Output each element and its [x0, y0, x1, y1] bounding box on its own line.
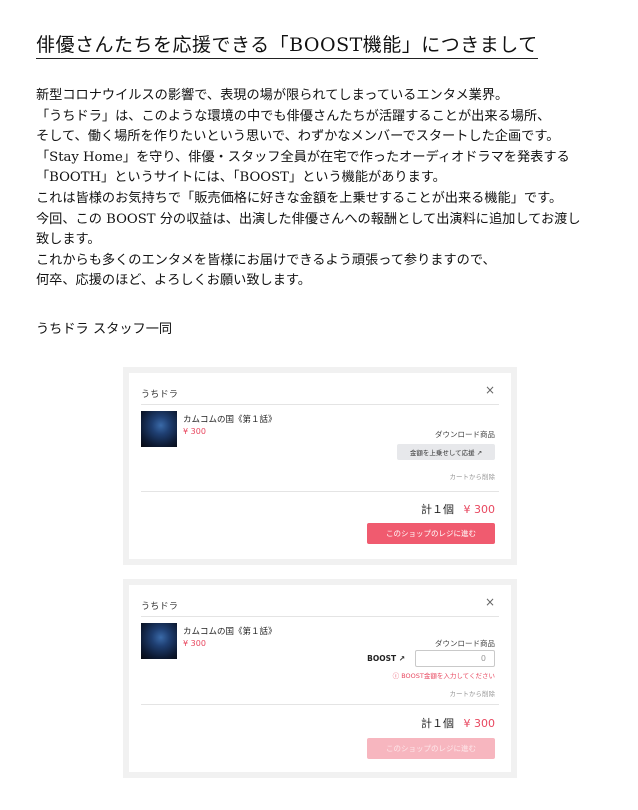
shop-name[interactable]: うちドラ	[141, 387, 178, 400]
page-title: 俳優さんたちを応援できる「BOOST機能」につきまして	[36, 30, 538, 59]
paragraph-line: 「Stay Home」を守り、俳優・スタッフ全員が在宅で作ったオーディオドラマを…	[36, 149, 570, 165]
boost-label: BOOST ↗	[367, 654, 405, 663]
divider	[141, 704, 499, 705]
total-count: 計１個	[421, 503, 454, 516]
item-price: ¥ 300	[183, 639, 206, 648]
item-title[interactable]: カムコムの国《第１話》	[183, 625, 277, 637]
cart-total: 計１個 ¥ 300	[421, 715, 495, 731]
close-icon[interactable]: ×	[485, 384, 495, 396]
item-price: ¥ 300	[183, 427, 206, 436]
total-count: 計１個	[421, 717, 454, 730]
paragraph-line: 致します。	[36, 232, 101, 248]
item-type: ダウンロード商品	[435, 639, 495, 648]
item-title[interactable]: カムコムの国《第１話》	[183, 413, 277, 425]
divider	[141, 491, 499, 492]
cart-panel: うちドラ × カムコムの国《第１話》 ¥ 300 ダウンロード商品 金額を上乗せ…	[129, 373, 511, 559]
paragraph-line: 「BOOTH」というサイトには、「BOOST」という機能があります。	[36, 170, 446, 186]
remove-from-cart-link[interactable]: カートから削除	[450, 471, 496, 481]
total-price: ¥ 300	[463, 717, 496, 730]
shop-name[interactable]: うちドラ	[141, 599, 178, 612]
boost-error-message: ⓘ BOOST金額を入力してください	[392, 672, 495, 680]
signature: うちドラ スタッフ一同	[36, 322, 173, 337]
close-icon[interactable]: ×	[485, 596, 495, 608]
checkout-button[interactable]: このショップのレジに進む	[367, 738, 495, 759]
divider	[141, 404, 499, 405]
item-type: ダウンロード商品	[435, 430, 495, 439]
cart-total: 計１個 ¥ 300	[421, 501, 495, 517]
paragraph-line: 新型コロナウイルスの影響で、表現の場が限られてしまっているエンタメ業界。	[36, 88, 509, 103]
cart-panel: うちドラ × カムコムの国《第１話》 ¥ 300 ダウンロード商品 BOOST …	[129, 585, 511, 772]
cart-screenshot-before: うちドラ × カムコムの国《第１話》 ¥ 300 ダウンロード商品 金額を上乗せ…	[123, 367, 517, 565]
item-thumbnail[interactable]	[141, 623, 177, 659]
divider	[141, 616, 499, 617]
boost-button[interactable]: 金額を上乗せして応援 ↗	[397, 444, 495, 460]
paragraph-line: 今回、この BOOST 分の収益は、出演した俳優さんへの報酬として出演料に追加し…	[36, 211, 581, 227]
paragraph-line: そして、働く場所を作りたいという思いで、わずかなメンバーでスタートした企画です。	[36, 129, 560, 145]
paragraph-line: 何卒、応援のほど、よろしくお願い致します。	[36, 273, 311, 289]
cart-screenshot-after: うちドラ × カムコムの国《第１話》 ¥ 300 ダウンロード商品 BOOST …	[123, 579, 517, 778]
total-price: ¥ 300	[463, 503, 496, 516]
announcement-body: 新型コロナウイルスの影響で、表現の場が限られてしまっているエンタメ業界。 「うち…	[36, 86, 626, 292]
paragraph-line: これからも多くのエンタメを皆様にお届けできるよう頑張って参りますので、	[36, 252, 496, 268]
item-thumbnail[interactable]	[141, 411, 177, 447]
boost-amount-input[interactable]: 0	[415, 650, 495, 667]
checkout-button[interactable]: このショップのレジに進む	[367, 523, 495, 544]
paragraph-line: 「うちドラ」は、このような環境の中でも俳優さんたちが活躍することが出来る場所、	[36, 108, 551, 124]
remove-from-cart-link[interactable]: カートから削除	[450, 688, 496, 698]
paragraph-line: これは皆様のお気持ちで「販売価格に好きな金額を上乗せすることが出来る機能」です。	[36, 190, 563, 206]
